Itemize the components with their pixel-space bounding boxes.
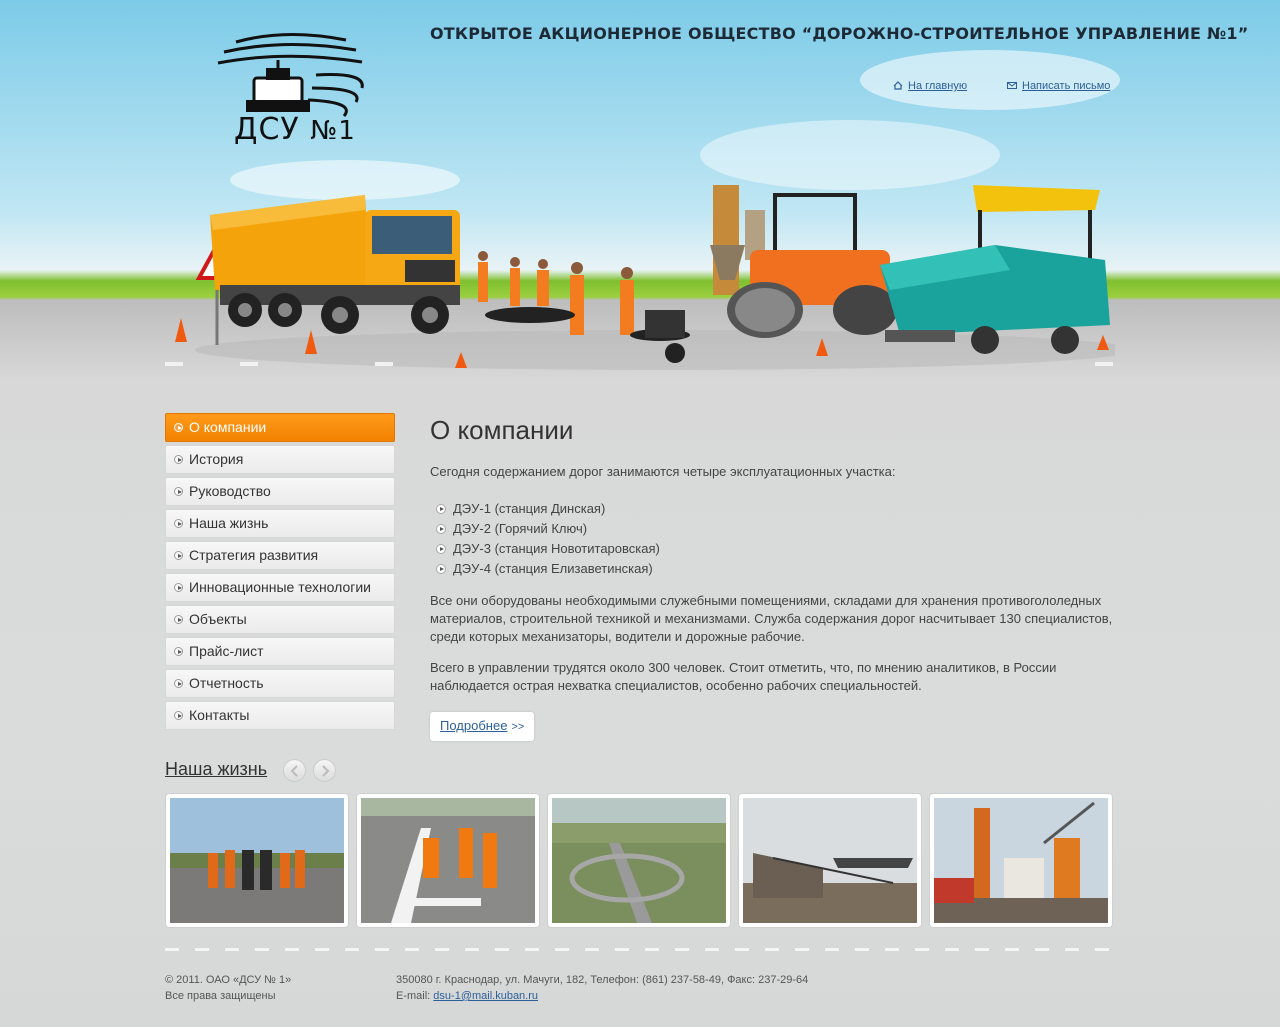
gallery-thumb[interactable] <box>356 793 540 928</box>
sidebar-item-label: Объекты <box>189 611 247 627</box>
gallery-thumb[interactable] <box>165 793 349 928</box>
bullet-arrow-icon <box>174 551 183 560</box>
list-item-text: ДЭУ-3 (станция Новотитаровская) <box>453 541 660 556</box>
sidebar-item-label: Прайс-лист <box>189 643 264 659</box>
bullet-arrow-icon <box>436 544 446 554</box>
asphalt-paver <box>880 185 1110 354</box>
bullet-arrow-icon <box>174 487 183 496</box>
bullet-arrow-icon <box>174 679 183 688</box>
email-link[interactable]: dsu-1@mail.kuban.ru <box>433 990 538 1002</box>
list-item-text: ДЭУ-2 (Горячий Ключ) <box>453 521 588 536</box>
bullet-arrow-icon <box>174 583 183 592</box>
sidebar-item-strategy[interactable]: Стратегия развития <box>165 541 395 570</box>
bullet-arrow-icon <box>436 504 446 514</box>
home-link[interactable]: На главную <box>893 80 967 92</box>
road-marking <box>240 362 258 366</box>
sidebar-item-innovations[interactable]: Инновационные технологии <box>165 573 395 602</box>
road-marking <box>165 362 183 366</box>
email-label: E-mail: <box>396 990 431 1002</box>
workers-group-photo <box>170 798 344 923</box>
sidebar-item-about[interactable]: О компании <box>165 413 395 442</box>
bullet-arrow-icon <box>436 564 446 574</box>
address-text: 350080 г. Краснодар, ул. Мачуги, 182, Те… <box>396 974 809 986</box>
footer-divider <box>165 948 1115 951</box>
header: ДСУ №1 ОТКРЫТОЕ АКЦИОНЕРНОЕ ОБЩЕСТВО “ДО… <box>0 0 1280 380</box>
mail-icon <box>1007 82 1017 89</box>
bullet-arrow-icon <box>174 455 183 464</box>
gallery-prev-button[interactable] <box>283 759 306 782</box>
sidebar-item-label: Инновационные технологии <box>189 579 372 595</box>
copyright-text: © 2011. ОАО «ДСУ № 1» <box>165 974 292 986</box>
sidebar-item-label: Наша жизнь <box>189 515 269 531</box>
paragraph: Все они оборудованы необходимыми служебн… <box>430 593 1113 644</box>
page-title: О компании <box>430 415 574 445</box>
sidebar-item-contacts[interactable]: Контакты <box>165 701 395 730</box>
list-item: ДЭУ-4 (станция Елизаветинская) <box>430 559 1115 579</box>
list-item: ДЭУ-1 (станция Динская) <box>430 499 1115 519</box>
mail-link[interactable]: Написать письмо <box>1007 80 1110 92</box>
chevron-left-icon <box>290 765 298 777</box>
chevron-right-icon <box>322 765 330 777</box>
gallery-thumb[interactable] <box>929 793 1113 928</box>
road-marking-photo <box>361 798 535 923</box>
gallery-thumb[interactable] <box>547 793 731 928</box>
sidebar-item-label: Стратегия развития <box>189 547 319 563</box>
dump-truck <box>210 195 460 334</box>
gallery-title[interactable]: Наша жизнь <box>165 759 267 780</box>
bullet-arrow-icon <box>436 524 446 534</box>
list-item: ДЭУ-3 (станция Новотитаровская) <box>430 539 1115 559</box>
home-icon <box>893 81 903 90</box>
gallery-next-button[interactable] <box>313 759 336 782</box>
gallery-thumb[interactable] <box>738 793 922 928</box>
highway-interchange-photo <box>552 798 726 923</box>
more-button[interactable]: Подробнее >> <box>430 712 535 741</box>
logo-text: ДСУ №1 <box>234 112 356 147</box>
bullet-arrow-icon <box>174 423 183 432</box>
footer-copyright: © 2011. ОАО «ДСУ № 1» Все права защищены <box>165 972 291 1004</box>
paragraph: Всего в управлении трудятся около 300 че… <box>430 660 1057 693</box>
list-item: ДЭУ-2 (Горячий Ключ) <box>430 519 1115 539</box>
crushing-plant-photo <box>743 798 917 923</box>
site-title: ОТКРЫТОЕ АКЦИОНЕРНОЕ ОБЩЕСТВО “ДОРОЖНО-С… <box>430 24 1249 43</box>
email-line: E-mail: dsu-1@mail.kuban.ru <box>396 988 808 1004</box>
sidebar-item-history[interactable]: История <box>165 445 395 474</box>
units-list: ДЭУ-1 (станция Динская) ДЭУ-2 (Горячий К… <box>430 499 1115 579</box>
intro-text: Сегодня содержанием дорог занимаются чет… <box>430 464 896 479</box>
double-arrow-icon: >> <box>511 721 525 733</box>
bullet-arrow-icon <box>174 711 183 720</box>
sidebar-item-objects[interactable]: Объекты <box>165 605 395 634</box>
sidebar-item-label: Контакты <box>189 707 250 723</box>
sidebar-item-label: Руководство <box>189 483 271 499</box>
sidebar-item-label: История <box>189 451 244 467</box>
sidebar-item-our-life[interactable]: Наша жизнь <box>165 509 395 538</box>
sidebar-item-label: Отчетность <box>189 675 264 691</box>
sidebar-item-management[interactable]: Руководство <box>165 477 395 506</box>
sidebar-item-reports[interactable]: Отчетность <box>165 669 395 698</box>
list-item-text: ДЭУ-4 (станция Елизаветинская) <box>453 561 653 576</box>
bullet-arrow-icon <box>174 519 183 528</box>
footer-contacts: 350080 г. Краснодар, ул. Мачуги, 182, Те… <box>396 972 808 1004</box>
road-marking <box>375 362 393 366</box>
road-marking <box>1095 362 1113 366</box>
sidebar-nav: О компании История Руководство Наша жизн… <box>165 413 395 733</box>
rights-text: Все права защищены <box>165 990 276 1002</box>
main-content: О компании Сегодня содержанием дорог зан… <box>430 413 1115 741</box>
sidebar-item-label: О компании <box>189 419 267 435</box>
bullet-arrow-icon <box>174 615 183 624</box>
sidebar-item-price-list[interactable]: Прайс-лист <box>165 637 395 666</box>
road-machinery-illustration <box>175 185 1115 370</box>
more-label: Подробнее <box>440 718 508 733</box>
list-item-text: ДЭУ-1 (станция Динская) <box>453 501 606 516</box>
asphalt-plant-photo <box>934 798 1108 923</box>
bullet-arrow-icon <box>174 647 183 656</box>
